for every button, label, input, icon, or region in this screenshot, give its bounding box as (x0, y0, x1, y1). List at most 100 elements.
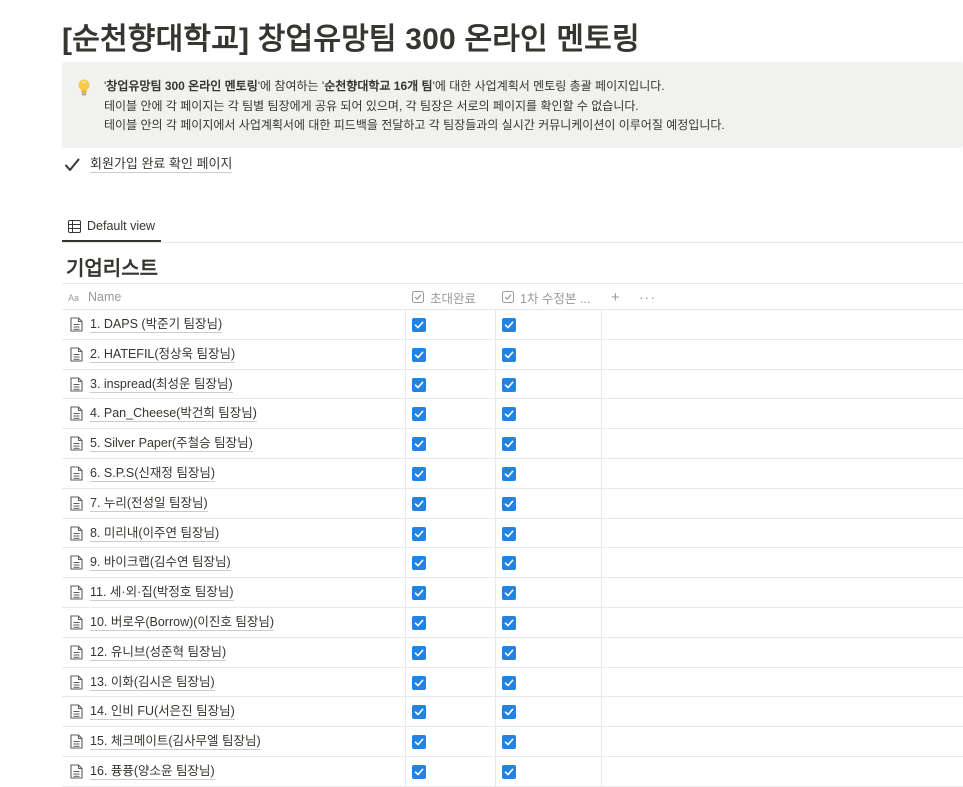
callout-line-3: 테이블 안의 각 페이지에서 사업계획서에 대한 피드백을 전달하고 각 팀장들… (104, 118, 725, 132)
table-row[interactable]: 12. 유니브(성준혁 팀장님) (62, 638, 963, 668)
first-revision-checkbox[interactable] (502, 496, 516, 511)
table-row[interactable]: 11. 세·외·집(박정호 팀장님) (62, 578, 963, 608)
row-title[interactable]: 1. DAPS (박준기 팀장님) (90, 317, 223, 333)
column-header-invited[interactable]: 초대완료 (412, 284, 476, 310)
tab-default-view-label: Default view (87, 219, 156, 233)
more-options-button[interactable]: ··· (639, 284, 656, 310)
invited-checkbox[interactable] (412, 556, 426, 571)
row-title[interactable]: 5. Silver Paper(주철승 팀장님) (90, 436, 253, 453)
first-revision-checkbox[interactable] (502, 407, 516, 422)
row-title[interactable]: 7. 누리(전성일 팀장님) (90, 496, 208, 512)
first-revision-checkbox[interactable] (502, 705, 516, 720)
view-divider (62, 242, 963, 243)
invited-checkbox[interactable] (412, 318, 426, 332)
invited-checkbox[interactable] (412, 675, 426, 690)
invited-checkbox[interactable] (412, 437, 426, 452)
table-row[interactable]: 7. 누리(전성일 팀장님) (62, 489, 963, 519)
invited-checkbox[interactable] (412, 586, 426, 601)
invited-checkbox[interactable] (412, 615, 426, 630)
page-icon (70, 555, 83, 570)
table-row[interactable]: 3. inspread(최성운 팀장님) (62, 370, 963, 400)
row-title[interactable]: 3. inspread(최성운 팀장님) (90, 377, 233, 393)
table-row[interactable]: 5. Silver Paper(주철승 팀장님) (62, 429, 963, 459)
page-icon (70, 347, 83, 362)
table-row[interactable]: 8. 미리내(이주연 팀장님) (62, 519, 963, 549)
lightbulb-icon (78, 79, 90, 96)
first-revision-checkbox[interactable] (502, 437, 516, 452)
add-property-button[interactable]: + (611, 284, 620, 310)
invited-checkbox[interactable] (412, 735, 426, 750)
row-title[interactable]: 8. 미리내(이주연 팀장님) (90, 526, 220, 542)
row-title[interactable]: 15. 체크메이트(김사무엘 팀장님) (90, 734, 261, 751)
checkbox-property-icon (502, 291, 514, 303)
page-icon (70, 704, 83, 719)
tab-default-view[interactable]: Default view (62, 212, 162, 242)
page-icon (70, 466, 83, 481)
row-title[interactable]: 16. 퓽퓽(양소윤 팀장님) (90, 764, 215, 780)
first-revision-checkbox[interactable] (502, 556, 516, 571)
callout-line-2: 테이블 안에 각 페이지는 각 팀별 팀장에게 공유 되어 있으며, 각 팀장은… (104, 98, 639, 113)
page-icon (70, 496, 83, 511)
table-row[interactable]: 9. 바이크랩(김수연 팀장님) (62, 548, 963, 579)
row-title[interactable]: 14. 인비 FU(서은진 팀장님) (90, 704, 235, 721)
row-title[interactable]: 9. 바이크랩(김수연 팀장님) (90, 555, 231, 572)
invited-checkbox[interactable] (412, 347, 426, 362)
row-title[interactable]: 10. 버로우(Borrow)(이진호 팀장님) (90, 615, 275, 631)
table-row[interactable]: 16. 퓽퓽(양소윤 팀장님) (62, 757, 963, 787)
table-row[interactable]: 2. HATEFIL(정상욱 팀장님) (62, 340, 963, 370)
row-title[interactable]: 2. HATEFIL(정상욱 팀장님) (90, 347, 236, 363)
table-icon (68, 219, 81, 233)
first-revision-checkbox[interactable] (502, 735, 516, 750)
first-revision-checkbox[interactable] (502, 615, 516, 630)
invited-checkbox[interactable] (412, 377, 426, 392)
table-row[interactable]: 14. 인비 FU(서은진 팀장님) (62, 697, 963, 728)
page-icon (70, 734, 83, 749)
page-icon (70, 585, 83, 600)
page-icon (70, 317, 83, 332)
column-header-name[interactable]: Aa Name (68, 284, 121, 310)
signup-check-page-link[interactable]: 회원가입 완료 확인 페이지 (64, 156, 233, 173)
row-title[interactable]: 13. 이화(김시은 팀장님) (90, 675, 215, 691)
row-title[interactable]: 4. Pan_Cheese(박건희 팀장님) (90, 406, 257, 423)
info-callout: '창업유망팀 300 온라인 멘토링'에 참여하는 '순천향대학교 16개 팀'… (62, 62, 963, 148)
first-revision-checkbox[interactable] (502, 645, 516, 660)
invited-checkbox[interactable] (412, 645, 426, 660)
checkbox-property-icon (412, 291, 424, 303)
page-icon (70, 615, 83, 630)
invited-checkbox[interactable] (412, 466, 426, 481)
table-row[interactable]: 4. Pan_Cheese(박건희 팀장님) (62, 399, 963, 430)
row-title[interactable]: 11. 세·외·집(박정호 팀장님) (90, 585, 234, 602)
signup-check-label: 회원가입 완료 확인 페이지 (90, 156, 233, 173)
invited-checkbox[interactable] (412, 496, 426, 511)
table-row[interactable]: 10. 버로우(Borrow)(이진호 팀장님) (62, 608, 963, 638)
page-icon (70, 436, 83, 451)
row-title[interactable]: 12. 유니브(성준혁 팀장님) (90, 645, 227, 661)
first-revision-checkbox[interactable] (502, 347, 516, 362)
table-row[interactable]: 13. 이화(김시은 팀장님) (62, 668, 963, 698)
first-revision-checkbox[interactable] (502, 586, 516, 601)
invited-checkbox[interactable] (412, 705, 426, 720)
text-property-icon: Aa (68, 293, 79, 302)
page-title: [순천향대학교] 창업유망팀 300 온라인 멘토링 (62, 23, 640, 56)
table-row[interactable]: 6. S.P.S(신재정 팀장님) (62, 459, 963, 489)
first-revision-checkbox[interactable] (502, 526, 516, 541)
page-icon (70, 645, 83, 660)
page-icon (70, 764, 83, 779)
first-revision-checkbox[interactable] (502, 377, 516, 392)
row-title[interactable]: 6. S.P.S(신재정 팀장님) (90, 466, 216, 482)
first-revision-checkbox[interactable] (502, 675, 516, 690)
column-header-first-revision[interactable]: 1차 수정본 ... (502, 284, 590, 310)
table-row[interactable]: 15. 체크메이트(김사무엘 팀장님) (62, 727, 963, 757)
svg-text:Aa: Aa (68, 293, 79, 302)
invited-checkbox[interactable] (412, 407, 426, 422)
invited-checkbox[interactable] (412, 526, 426, 541)
first-revision-checkbox[interactable] (502, 764, 516, 779)
checkmark-icon (65, 158, 80, 171)
page-icon (70, 675, 83, 690)
table-header: Aa Name 초대완료 1차 수정본 ... + ··· (62, 283, 963, 310)
first-revision-checkbox[interactable] (502, 318, 516, 332)
invited-checkbox[interactable] (412, 764, 426, 779)
page-icon (70, 377, 83, 392)
first-revision-checkbox[interactable] (502, 466, 516, 481)
table-row[interactable]: 1. DAPS (박준기 팀장님) (62, 310, 963, 340)
